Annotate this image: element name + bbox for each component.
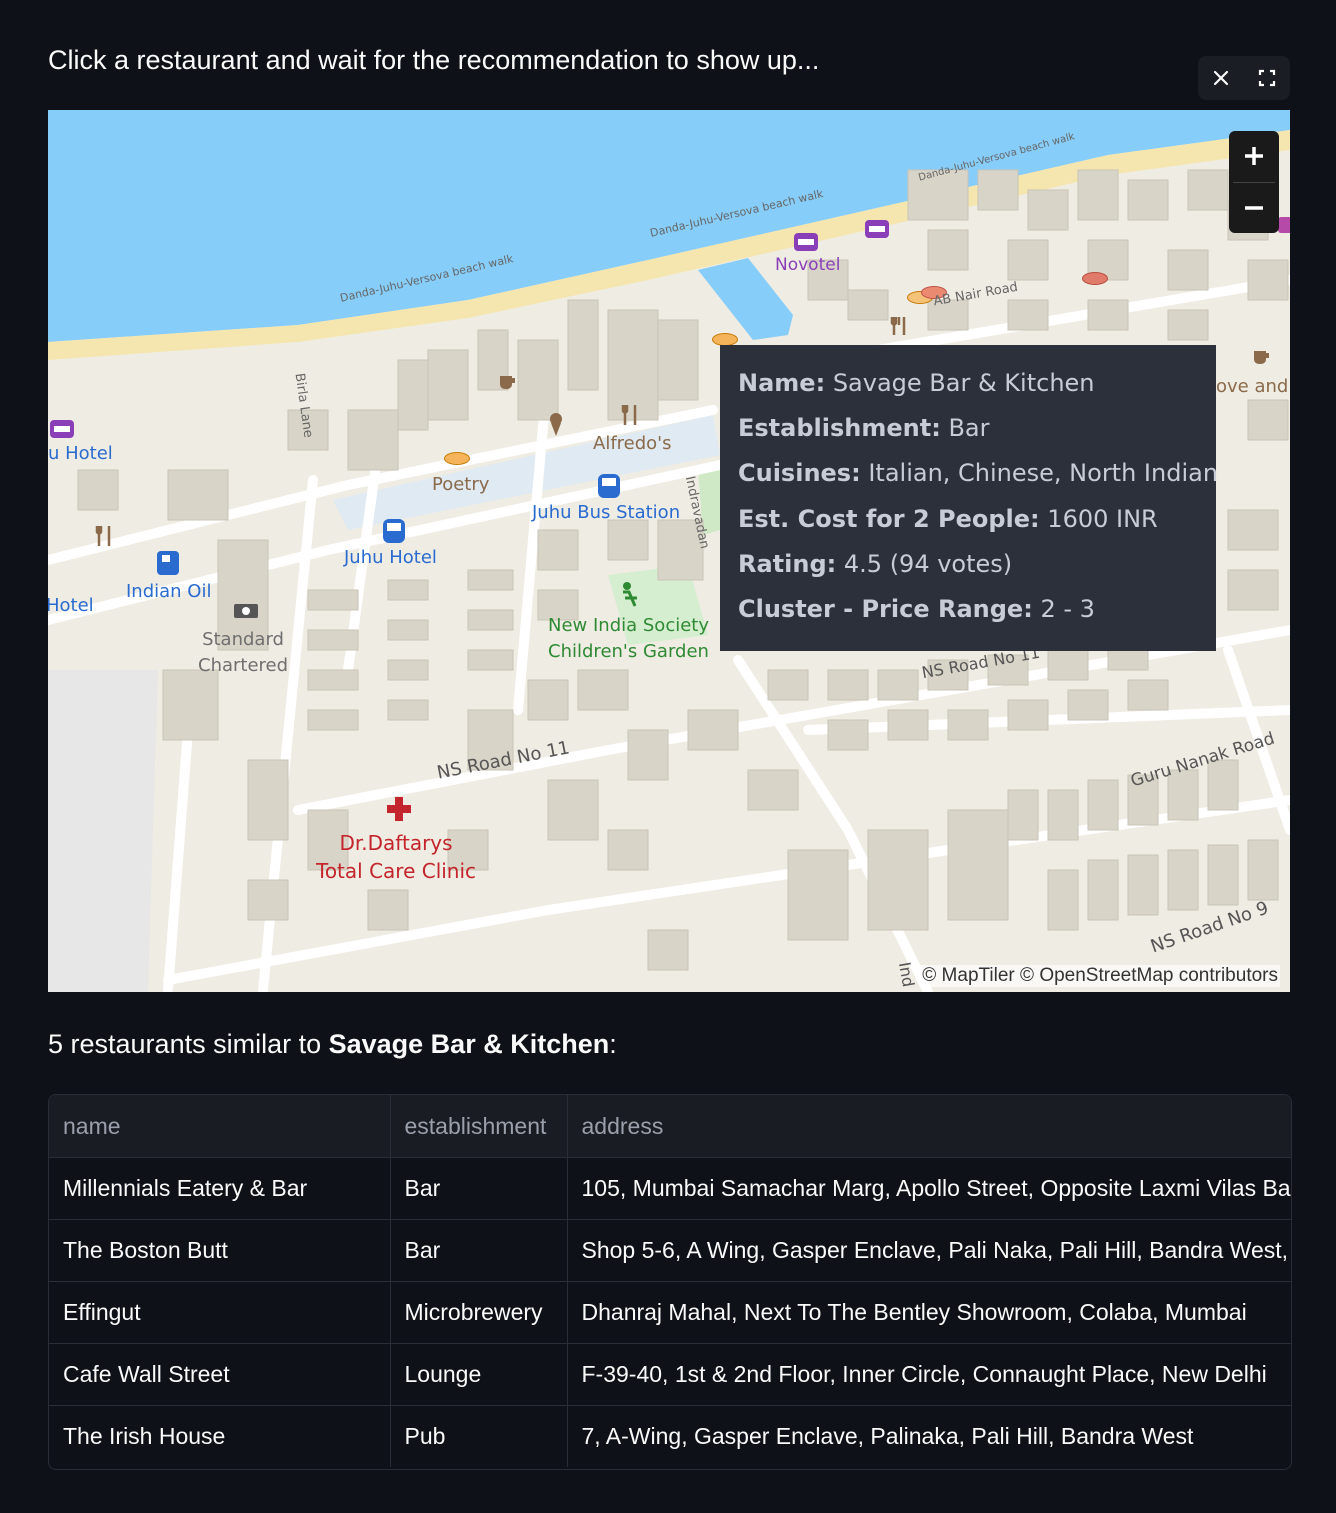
table-cell[interactable]: Bar: [390, 1219, 568, 1282]
shop-icon: [1278, 217, 1290, 233]
tooltip-establishment-row: Establishment: Bar: [738, 414, 990, 443]
table-header-row: name establishment address: [49, 1095, 1291, 1158]
restaurant-icon: [95, 526, 111, 546]
column-header-address[interactable]: address: [567, 1095, 1291, 1158]
map-label-clinic: Dr.Daftarys Total Care Clinic: [316, 831, 477, 883]
minus-icon: [1245, 206, 1263, 210]
close-icon: [1213, 70, 1229, 86]
plus-icon: [1245, 147, 1263, 166]
table-cell[interactable]: The Irish House: [49, 1405, 391, 1467]
hotel-icon: [865, 220, 889, 238]
table-cell[interactable]: Shop 5-6, A Wing, Gasper Enclave, Pali N…: [567, 1219, 1291, 1282]
bus-icon: [598, 474, 620, 498]
element-toolbar: [1198, 56, 1290, 100]
table-row: Millennials Eatery & Bar Bar 105, Mumbai…: [49, 1157, 1291, 1220]
table-cell[interactable]: 105, Mumbai Samachar Marg, Apollo Street…: [567, 1157, 1291, 1220]
playground-icon: [623, 582, 637, 607]
restaurant-tooltip: Name: Savage Bar & Kitchen Establishment…: [720, 345, 1219, 651]
column-header-establishment[interactable]: establishment: [390, 1095, 568, 1158]
column-header-name[interactable]: name: [49, 1095, 391, 1158]
medical-cross-icon: [387, 797, 411, 821]
table-cell[interactable]: Pub: [390, 1405, 568, 1467]
table-cell[interactable]: F-39-40, 1st & 2nd Floor, Inner Circle, …: [567, 1343, 1291, 1406]
table-cell[interactable]: 7, A-Wing, Gasper Enclave, Palinaka, Pal…: [567, 1406, 1291, 1468]
cafe-icon: [500, 376, 515, 389]
map-view[interactable]: Novotel Alfredo's Poetry Juhu Bus Statio…: [48, 110, 1290, 992]
hotel-icon: [794, 233, 818, 251]
restaurant-icon: [621, 405, 637, 425]
tooltip-rating-row: Rating: 4.5 (94 votes): [738, 549, 1013, 578]
fullscreen-button[interactable]: [1252, 63, 1282, 93]
ice-cream-icon: [550, 413, 562, 436]
map-label-novotel: Novotel: [775, 255, 841, 275]
restaurant-marker[interactable]: [1082, 272, 1108, 285]
restaurant-icon: [890, 317, 906, 335]
tooltip-cluster-row: Cluster - Price Range: 2 - 3: [738, 595, 1095, 624]
table-cell[interactable]: The Boston Butt: [49, 1219, 391, 1282]
map-label-ind-bottom: Ind: [894, 960, 919, 989]
map-label-alfredos: Alfredo's: [593, 433, 672, 454]
map-label-juhu-bus-station: Juhu Bus Station: [532, 502, 681, 523]
map-attribution[interactable]: © MapTiler © OpenStreetMap contributors: [920, 965, 1280, 987]
bus-icon: [383, 519, 405, 543]
fuel-icon: [157, 551, 179, 575]
table-cell[interactable]: Dhanraj Mahal, Next To The Bentley Showr…: [567, 1281, 1291, 1344]
map-label-indian-oil: Indian Oil: [126, 581, 212, 602]
cafe-icon: [1254, 351, 1269, 364]
table-row: The Irish House Pub 7, A-Wing, Gasper En…: [49, 1405, 1291, 1468]
hotel-icon: [50, 420, 74, 438]
restaurant-marker[interactable]: [444, 452, 470, 465]
recommendations-table[interactable]: name establishment address Millennials E…: [48, 1094, 1292, 1470]
map-label-childrens-garden: New India Society Children's Garden: [548, 615, 709, 662]
map-label-hotel-top: u Hotel: [48, 443, 113, 464]
map-label-standard-chartered: Standard Chartered: [198, 629, 289, 676]
table-row: Cafe Wall Street Lounge F-39-40, 1st & 2…: [49, 1343, 1291, 1406]
tooltip-cost-row: Est. Cost for 2 People: 1600 INR: [738, 504, 1158, 533]
instruction-text: Click a restaurant and wait for the reco…: [48, 45, 820, 75]
close-button[interactable]: [1206, 63, 1236, 93]
page: Click a restaurant and wait for the reco…: [0, 0, 1336, 1513]
map-label-poetry: Poetry: [432, 474, 490, 495]
table-cell[interactable]: Bar: [390, 1157, 568, 1220]
table-cell[interactable]: Cafe Wall Street: [49, 1343, 391, 1406]
zoom-out-button[interactable]: [1229, 183, 1279, 234]
zoom-in-button[interactable]: [1229, 131, 1279, 182]
table-row: Effingut Microbrewery Dhanraj Mahal, Nex…: [49, 1281, 1291, 1344]
map-label-love-and: ove and L: [1216, 376, 1290, 397]
fullscreen-icon: [1258, 69, 1276, 87]
table-cell[interactable]: Lounge: [390, 1343, 568, 1406]
tooltip-name-row: Name: Savage Bar & Kitchen: [738, 369, 1095, 397]
map-label-hotel-bottom: Hotel: [48, 595, 94, 616]
table-cell[interactable]: Millennials Eatery & Bar: [49, 1157, 391, 1220]
map-label-juhu-hotel: Juhu Hotel: [344, 547, 437, 568]
similar-heading: 5 restaurants similar to Savage Bar & Ki…: [48, 1029, 617, 1059]
table-row: The Boston Butt Bar Shop 5-6, A Wing, Ga…: [49, 1219, 1291, 1282]
zoom-control: [1229, 131, 1279, 233]
tooltip-cuisines-row: Cuisines: Italian, Chinese, North Indian: [738, 459, 1219, 488]
table-cell[interactable]: Microbrewery: [390, 1281, 568, 1344]
table-cell[interactable]: Effingut: [49, 1281, 391, 1344]
bank-icon: [234, 604, 258, 618]
